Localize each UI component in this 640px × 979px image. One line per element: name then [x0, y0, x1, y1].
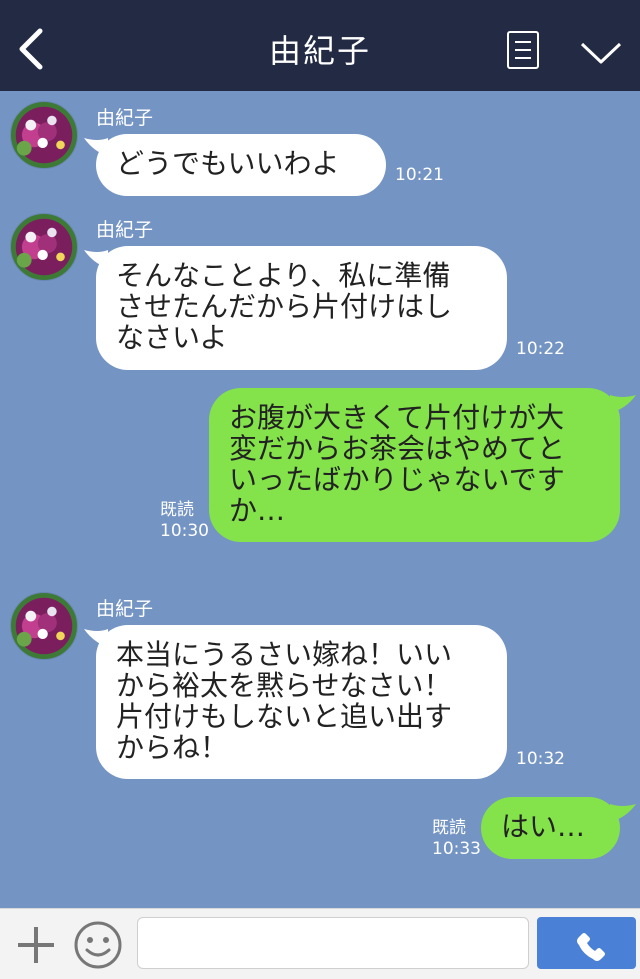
- sender-name: 由紀子: [96, 107, 154, 129]
- message-bubble[interactable]: そんなことより、私に準備 させたんだから片付けはし なさいよ: [96, 246, 507, 370]
- message-time: 10:21: [395, 165, 444, 185]
- sender-name: 由紀子: [96, 219, 154, 241]
- message-bubble[interactable]: どうでもいいわよ: [96, 134, 386, 196]
- chat-title: 由紀子: [268, 32, 371, 70]
- phone-icon: [577, 933, 605, 961]
- message-bubble[interactable]: はい…: [481, 797, 620, 859]
- message-text-line: からね！: [116, 731, 229, 764]
- bubble-tail: [610, 804, 636, 822]
- avatar[interactable]: [10, 101, 78, 169]
- message-text-line: なさいよ: [116, 321, 228, 354]
- read-receipt: 既読: [160, 500, 194, 520]
- plus-icon[interactable]: [14, 923, 58, 967]
- message-text-line: お腹が大きくて片付けが大: [229, 401, 565, 434]
- message-text-line: いったばかりじゃないです: [229, 463, 565, 496]
- call-button[interactable]: [537, 917, 636, 969]
- message-input[interactable]: [137, 917, 529, 969]
- message-text-line: から裕太を黙らせなさい！: [116, 669, 452, 702]
- input-bar: [0, 908, 640, 979]
- chevron-down-icon[interactable]: [580, 40, 622, 66]
- message-text: はい…: [501, 810, 586, 843]
- avatar[interactable]: [10, 592, 78, 660]
- sender-name: 由紀子: [96, 598, 154, 620]
- memo-icon[interactable]: [507, 31, 539, 69]
- message-text-line: させたんだから片付けはし: [116, 290, 453, 323]
- bubble-tail: [610, 395, 636, 413]
- message-text: どうでもいいわよ: [116, 147, 340, 180]
- chat-header: 由紀子: [0, 0, 640, 91]
- avatar[interactable]: [10, 213, 78, 281]
- message-text-line: 変だからお茶会はやめてと: [229, 432, 566, 465]
- smile-icon[interactable]: [73, 920, 123, 970]
- read-receipt: 既読: [432, 818, 466, 838]
- message-text-line: 本当にうるさい嫁ね！いい: [116, 638, 453, 671]
- message-time: 10:22: [516, 339, 565, 359]
- message-time: 10:30: [160, 521, 209, 541]
- message-text-line: か…: [229, 494, 286, 527]
- message-bubble[interactable]: お腹が大きくて片付けが大 変だからお茶会はやめてと いったばかりじゃないです か…: [209, 388, 620, 542]
- message-text-line: そんなことより、私に準備: [116, 259, 451, 292]
- message-time: 10:33: [432, 839, 481, 859]
- message-time: 10:32: [516, 749, 565, 769]
- message-bubble[interactable]: 本当にうるさい嫁ね！いい から裕太を黙らせなさい！ 片付けもしないと追い出す か…: [96, 625, 507, 779]
- message-text-line: 片付けもしないと追い出す: [116, 700, 453, 733]
